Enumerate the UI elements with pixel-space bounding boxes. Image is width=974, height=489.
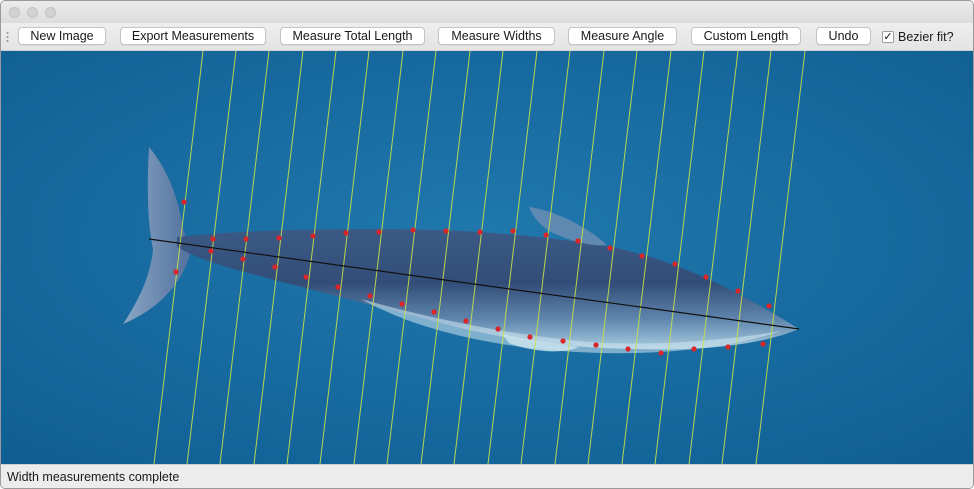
toolbar-grip-icon[interactable]: [6, 31, 9, 43]
marker[interactable]: [725, 344, 731, 350]
close-window-button[interactable]: [9, 7, 20, 18]
marker[interactable]: [243, 236, 249, 242]
marker[interactable]: [276, 235, 282, 241]
marker[interactable]: [335, 284, 341, 290]
image-canvas[interactable]: [1, 51, 973, 464]
marker[interactable]: [510, 228, 516, 234]
marker[interactable]: [527, 334, 533, 340]
marker[interactable]: [760, 341, 766, 347]
marker[interactable]: [399, 301, 405, 307]
marker[interactable]: [173, 269, 179, 275]
marker[interactable]: [303, 274, 309, 280]
measure-widths-button[interactable]: Measure Widths: [438, 27, 555, 45]
marker[interactable]: [543, 232, 549, 238]
marker[interactable]: [639, 253, 645, 259]
export-measurements-button[interactable]: Export Measurements: [120, 27, 266, 45]
measure-angle-button[interactable]: Measure Angle: [568, 27, 677, 45]
minimize-window-button[interactable]: [27, 7, 38, 18]
marker[interactable]: [410, 227, 416, 233]
whale-image[interactable]: [1, 51, 973, 464]
marker[interactable]: [343, 230, 349, 236]
marker[interactable]: [181, 199, 187, 205]
new-image-button[interactable]: New Image: [18, 27, 106, 45]
marker[interactable]: [691, 346, 697, 352]
marker[interactable]: [703, 274, 709, 280]
marker[interactable]: [367, 293, 373, 299]
status-message: Width measurements complete: [7, 470, 180, 484]
status-bar: Width measurements complete: [1, 464, 973, 488]
marker[interactable]: [208, 248, 214, 254]
marker[interactable]: [560, 338, 566, 344]
custom-length-button[interactable]: Custom Length: [691, 27, 801, 45]
marker[interactable]: [210, 236, 216, 242]
title-bar: [1, 1, 973, 23]
undo-button[interactable]: Undo: [816, 27, 871, 45]
app-window: New Image Export Measurements Measure To…: [0, 0, 974, 489]
marker[interactable]: [431, 309, 437, 315]
marker[interactable]: [310, 233, 316, 239]
bezier-fit-label: Bezier fit?: [898, 30, 954, 44]
marker[interactable]: [477, 229, 483, 235]
bezier-fit-checkbox[interactable]: ✓: [882, 31, 894, 43]
marker[interactable]: [463, 318, 469, 324]
marker[interactable]: [240, 256, 246, 262]
marker[interactable]: [593, 342, 599, 348]
marker[interactable]: [735, 288, 741, 294]
toolbar: New Image Export Measurements Measure To…: [1, 23, 973, 51]
measure-total-length-button[interactable]: Measure Total Length: [280, 27, 425, 45]
zoom-window-button[interactable]: [45, 7, 56, 18]
marker[interactable]: [766, 303, 772, 309]
marker[interactable]: [625, 346, 631, 352]
marker[interactable]: [672, 261, 678, 267]
marker[interactable]: [443, 228, 449, 234]
marker[interactable]: [376, 229, 382, 235]
marker[interactable]: [495, 326, 501, 332]
marker[interactable]: [658, 350, 664, 356]
marker[interactable]: [272, 264, 278, 270]
marker[interactable]: [575, 238, 581, 244]
marker[interactable]: [607, 245, 613, 251]
